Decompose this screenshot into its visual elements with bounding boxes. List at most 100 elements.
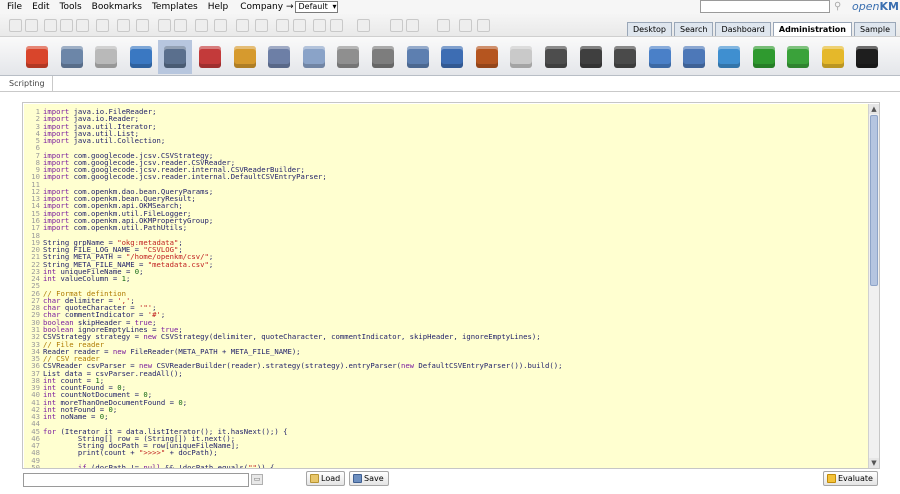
admin-tool-monitor[interactable]	[124, 40, 158, 74]
admin-tool-gear[interactable]	[401, 40, 435, 74]
script-editor-panel: 1 2 3 4 5 6 7 8 9 10 11 12 13 14 15 16 17 18 19 20 21 22 23 24 2…	[22, 102, 880, 469]
admin-tool-magnifier[interactable]	[89, 40, 123, 74]
stamp-icon	[476, 46, 498, 68]
toolbar-action-icon[interactable]	[136, 19, 149, 32]
code-line[interactable]: if (docPath != null && !docPath.equals("…	[43, 464, 562, 468]
toolbar-action-icon[interactable]	[25, 19, 38, 32]
cube-icon	[753, 46, 775, 68]
breadcrumb-scripting[interactable]: Scripting	[2, 76, 53, 92]
admin-tool-network[interactable]	[643, 40, 677, 74]
clock-icon	[545, 46, 567, 68]
admin-tool-home[interactable]	[20, 40, 54, 74]
tab-desktop[interactable]: Desktop	[626, 22, 672, 36]
admin-tool-scissors[interactable]	[193, 40, 227, 74]
toolbar-action-icon[interactable]	[357, 19, 370, 32]
code-editor[interactable]: 1 2 3 4 5 6 7 8 9 10 11 12 13 14 15 16 17 18 19 20 21 22 23 24 2…	[24, 104, 868, 468]
script-file-input[interactable]	[23, 473, 249, 487]
company-dropdown[interactable]: Default	[295, 1, 339, 13]
code-line[interactable]: import com.openkm.util.PathUtils;	[43, 224, 562, 232]
tab-administration[interactable]: Administration	[772, 22, 852, 36]
toolbar-action-icon[interactable]	[255, 19, 268, 32]
code-line[interactable]: print(count + ">>>>" + docPath);	[43, 449, 562, 457]
admin-tool-terminal[interactable]	[850, 40, 884, 74]
toolbar-action-icon[interactable]	[9, 19, 22, 32]
toolbar-action-icon[interactable]	[60, 19, 73, 32]
tab-dashboard[interactable]: Dashboard	[715, 22, 771, 36]
save-button[interactable]: Save	[349, 471, 389, 486]
toolbar-action-icon[interactable]	[459, 19, 472, 32]
admin-tool-script[interactable]	[158, 40, 192, 74]
menu-templates[interactable]: Templates	[147, 0, 203, 14]
load-button[interactable]: Load	[306, 471, 346, 486]
toolbar-action-icon[interactable]	[195, 19, 208, 32]
quick-search-input[interactable]	[700, 0, 830, 13]
menu-edit[interactable]: Edit	[27, 0, 54, 14]
file-browse-icon[interactable]: ▭	[251, 474, 263, 485]
toolbar-action-icon[interactable]	[174, 19, 187, 32]
lightning-icon	[827, 474, 836, 483]
toolbar-action-icon[interactable]	[117, 19, 130, 32]
toolbar-action-icon[interactable]	[158, 19, 171, 32]
toolbar-action-icon[interactable]	[96, 19, 109, 32]
admin-tool-search-doc[interactable]	[297, 40, 331, 74]
pencils-icon	[718, 46, 740, 68]
toolbar-action-icon[interactable]	[214, 19, 227, 32]
list-icon	[580, 46, 602, 68]
admin-tool-stamp[interactable]	[470, 40, 504, 74]
terminal-icon	[856, 46, 878, 68]
admin-tool-database[interactable]	[262, 40, 296, 74]
toolbar-action-icon[interactable]	[437, 19, 450, 32]
admin-tool-cube[interactable]	[747, 40, 781, 74]
menu-bookmarks[interactable]: Bookmarks	[87, 0, 147, 14]
tab-sample[interactable]: Sample	[854, 22, 896, 36]
scroll-up-arrow-icon[interactable]: ▲	[869, 104, 879, 114]
admin-tool-printer[interactable]	[331, 40, 365, 74]
toolbar-action-icon[interactable]	[406, 19, 419, 32]
admin-tool-scanner[interactable]	[608, 40, 642, 74]
search-icon[interactable]: ⚲	[834, 0, 846, 13]
menu-help[interactable]: Help	[203, 0, 234, 14]
code-content[interactable]: import java.io.FileReader; import java.io…	[43, 108, 562, 468]
toolbar-action-icon[interactable]	[293, 19, 306, 32]
code-line[interactable]: CSVStrategy strategy = new CSVStrategy(d…	[43, 333, 562, 341]
admin-tool-calendar[interactable]	[366, 40, 400, 74]
admin-tool-clock[interactable]	[539, 40, 573, 74]
admin-tool-list[interactable]	[574, 40, 608, 74]
editor-scrollbar[interactable]: ▲ ▼	[868, 104, 879, 468]
toolbar-action-icon[interactable]	[44, 19, 57, 32]
toolbar-action-icon[interactable]	[477, 19, 490, 32]
toolbar-action-icon[interactable]	[276, 19, 289, 32]
toolbar-action-icon[interactable]	[390, 19, 403, 32]
code-line[interactable]: Reader reader = new FileReader(META_PATH…	[43, 347, 562, 355]
code-line[interactable]: int notFound = 0;	[43, 406, 562, 414]
admin-tool-pencils[interactable]	[712, 40, 746, 74]
code-line[interactable]: List data = csvParser.readAll();	[43, 369, 562, 377]
admin-tool-wrench[interactable]	[55, 40, 89, 74]
admin-tool-import[interactable]	[781, 40, 815, 74]
scissors-icon	[199, 46, 221, 68]
scroll-down-arrow-icon[interactable]: ▼	[869, 458, 879, 468]
toolbar-action-icon[interactable]	[236, 19, 249, 32]
code-line[interactable]: int valueColumn = 1;	[43, 275, 562, 283]
home-icon	[26, 46, 48, 68]
report-icon	[510, 46, 532, 68]
tab-search[interactable]: Search	[673, 22, 714, 36]
code-line[interactable]: int moreThanOneDocumentFound = 0;	[43, 398, 562, 406]
toolbar-action-icon[interactable]	[313, 19, 326, 32]
toolbar-action-icon[interactable]	[330, 19, 343, 32]
toolbar-action-icon[interactable]	[76, 19, 89, 32]
code-line[interactable]: import java.util.Collection;	[43, 137, 562, 145]
admin-tool-report[interactable]	[504, 40, 538, 74]
evaluate-button[interactable]: Evaluate	[823, 471, 878, 486]
admin-tool-window[interactable]	[435, 40, 469, 74]
logo-prefix: open	[852, 0, 880, 13]
admin-tool-users[interactable]	[228, 40, 262, 74]
code-line[interactable]: int noName = 0;	[43, 413, 562, 421]
menu-file[interactable]: File	[0, 0, 27, 14]
admin-tool-export[interactable]	[816, 40, 850, 74]
menu-tools[interactable]: Tools	[55, 0, 87, 14]
scrollbar-thumb[interactable]	[870, 115, 878, 286]
admin-tool-folder[interactable]	[677, 40, 711, 74]
logo-brand: KM	[879, 0, 899, 13]
code-line[interactable]: import com.googlecode.jcsv.reader.intern…	[43, 173, 562, 181]
